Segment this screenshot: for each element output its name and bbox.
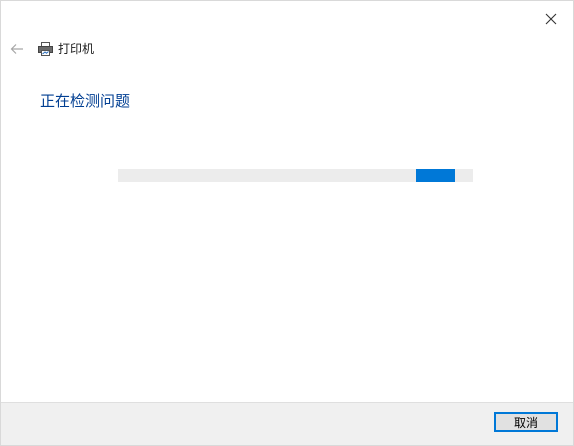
header-bar: 打印机 [9,39,94,59]
back-arrow-icon [10,44,23,54]
printer-icon [38,42,53,56]
app-title: 打印机 [58,42,95,56]
page-heading: 正在检测问题 [40,92,131,110]
close-icon [545,13,557,25]
progress-bar [118,169,473,182]
progress-indicator [416,169,456,182]
footer-bar: 取消 [1,402,573,445]
cancel-button[interactable]: 取消 [494,412,558,432]
back-button[interactable] [9,41,25,57]
close-button[interactable] [533,5,569,33]
troubleshooter-window: 打印机 正在检测问题 取消 [0,0,574,446]
